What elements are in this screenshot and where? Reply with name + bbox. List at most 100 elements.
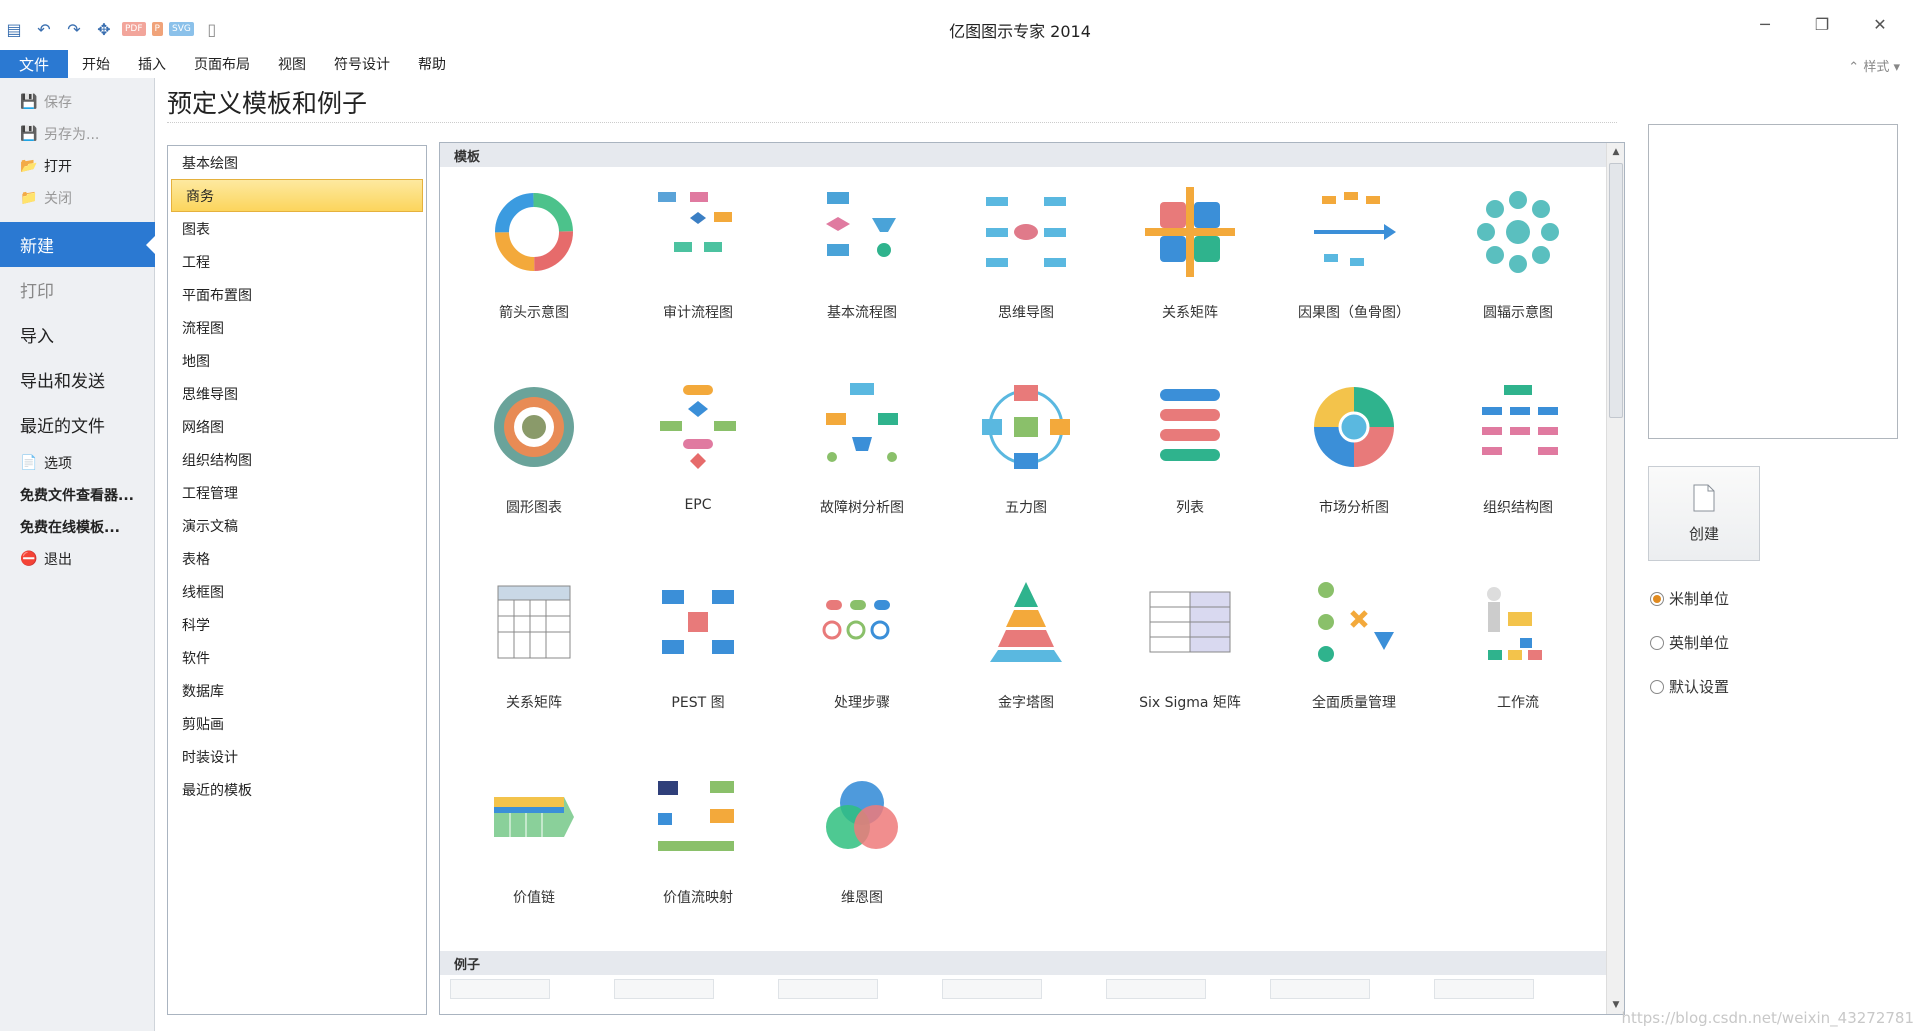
- template-label: 全面质量管理: [1312, 695, 1396, 711]
- tab-view[interactable]: 视图: [264, 50, 320, 78]
- example-thumbnail[interactable]: [450, 979, 550, 999]
- template-item[interactable]: 关系矩阵: [1108, 172, 1272, 367]
- radio-default[interactable]: [1650, 679, 1664, 694]
- category-item[interactable]: 平面布置图: [168, 278, 426, 311]
- scroll-up-icon[interactable]: ▲: [1607, 143, 1624, 161]
- template-item[interactable]: 列表: [1108, 367, 1272, 562]
- radio-metric[interactable]: [1650, 591, 1664, 606]
- tab-insert[interactable]: 插入: [124, 50, 180, 78]
- save-as-button[interactable]: 💾 另存为...: [0, 118, 154, 150]
- category-item[interactable]: 工程: [168, 245, 426, 278]
- template-item[interactable]: 维恩图: [780, 757, 944, 952]
- template-label: EPC: [684, 497, 712, 513]
- tab-help[interactable]: 帮助: [404, 50, 460, 78]
- gallery-scrollbar[interactable]: ▲ ▼: [1606, 143, 1624, 1014]
- category-item[interactable]: 流程图: [168, 311, 426, 344]
- template-item[interactable]: EPC: [616, 367, 780, 562]
- template-item[interactable]: 处理步骤: [780, 562, 944, 757]
- category-item[interactable]: 时装设计: [168, 740, 426, 773]
- category-item[interactable]: 剪贴画: [168, 707, 426, 740]
- new-button[interactable]: 新建: [0, 222, 156, 267]
- templates-section-header: 模板: [440, 143, 1624, 167]
- category-item[interactable]: 网络图: [168, 410, 426, 443]
- unit-default[interactable]: 默认设置: [1650, 676, 1729, 697]
- template-item[interactable]: 箭头示意图: [452, 172, 616, 367]
- template-item[interactable]: 价值流映射: [616, 757, 780, 952]
- category-item[interactable]: 地图: [168, 344, 426, 377]
- template-thumbnail: [497, 585, 571, 659]
- category-item[interactable]: 基本绘图: [168, 146, 426, 179]
- template-item[interactable]: 金字塔图: [944, 562, 1108, 757]
- category-item[interactable]: 表格: [168, 542, 426, 575]
- template-item[interactable]: 思维导图: [944, 172, 1108, 367]
- template-thumbnail: [986, 197, 1066, 267]
- template-item[interactable]: 市场分析图: [1272, 367, 1436, 562]
- template-item[interactable]: 五力图: [944, 367, 1108, 562]
- example-thumbnail[interactable]: [614, 979, 714, 999]
- options-button[interactable]: 📄 选项: [0, 447, 154, 479]
- close-icon[interactable]: ✕: [1860, 12, 1900, 36]
- template-item[interactable]: 关系矩阵: [452, 562, 616, 757]
- import-button[interactable]: 导入: [0, 312, 154, 357]
- category-item[interactable]: 思维导图: [168, 377, 426, 410]
- create-button[interactable]: 创建: [1648, 466, 1760, 561]
- free-templates-link[interactable]: 免费在线模板...: [0, 511, 154, 543]
- example-thumbnail[interactable]: [1106, 979, 1206, 999]
- template-thumbnail: [990, 582, 1062, 662]
- template-item[interactable]: 组织结构图: [1436, 367, 1600, 562]
- template-item[interactable]: 故障树分析图: [780, 367, 944, 562]
- template-label: 金字塔图: [998, 695, 1054, 711]
- template-item[interactable]: PEST 图: [616, 562, 780, 757]
- category-item[interactable]: 科学: [168, 608, 426, 641]
- example-thumbnail[interactable]: [1270, 979, 1370, 999]
- template-preview: [1648, 124, 1898, 439]
- save-icon: 💾: [20, 94, 38, 110]
- template-label: 思维导图: [998, 305, 1054, 321]
- category-item[interactable]: 线框图: [168, 575, 426, 608]
- template-item[interactable]: 圆辐示意图: [1436, 172, 1600, 367]
- divider: [167, 122, 1617, 123]
- category-item[interactable]: 软件: [168, 641, 426, 674]
- template-item[interactable]: 全面质量管理: [1272, 562, 1436, 757]
- scroll-thumb[interactable]: [1609, 163, 1623, 418]
- save-button[interactable]: 💾 保存: [0, 86, 154, 118]
- style-dropdown[interactable]: ⌃ 样式 ▾: [1848, 56, 1900, 75]
- unit-metric[interactable]: 米制单位: [1650, 588, 1729, 609]
- tab-file[interactable]: 文件: [0, 50, 68, 78]
- category-item[interactable]: 图表: [168, 212, 426, 245]
- category-item[interactable]: 数据库: [168, 674, 426, 707]
- category-item[interactable]: 商务: [171, 179, 423, 212]
- template-item[interactable]: 基本流程图: [780, 172, 944, 367]
- example-thumbnail[interactable]: [1434, 979, 1534, 999]
- category-item[interactable]: 工程管理: [168, 476, 426, 509]
- radio-imperial[interactable]: [1650, 635, 1664, 650]
- template-item[interactable]: 价值链: [452, 757, 616, 952]
- category-item[interactable]: 演示文稿: [168, 509, 426, 542]
- export-button[interactable]: 导出和发送: [0, 357, 154, 402]
- examples-section-header: 例子: [440, 951, 1606, 975]
- free-viewer-link[interactable]: 免费文件查看器...: [0, 479, 154, 511]
- template-item[interactable]: 审计流程图: [616, 172, 780, 367]
- close-button[interactable]: 📁 关闭: [0, 182, 154, 214]
- restore-icon[interactable]: ❐: [1802, 12, 1842, 36]
- template-item[interactable]: Six Sigma 矩阵: [1108, 562, 1272, 757]
- example-thumbnail[interactable]: [778, 979, 878, 999]
- minimize-icon[interactable]: ─: [1745, 12, 1785, 36]
- example-thumbnail[interactable]: [942, 979, 1042, 999]
- template-thumbnail: [494, 797, 574, 837]
- recent-files-button[interactable]: 最近的文件: [0, 402, 154, 447]
- tab-home[interactable]: 开始: [68, 50, 124, 78]
- print-button[interactable]: 打印: [0, 267, 154, 312]
- unit-imperial[interactable]: 英制单位: [1650, 632, 1729, 653]
- tab-symbol-design[interactable]: 符号设计: [320, 50, 404, 78]
- category-item[interactable]: 组织结构图: [168, 443, 426, 476]
- template-item[interactable]: 因果图（鱼骨图）: [1272, 172, 1436, 367]
- tab-page-layout[interactable]: 页面布局: [180, 50, 264, 78]
- template-item[interactable]: 圆形图表: [452, 367, 616, 562]
- open-button[interactable]: 📂 打开: [0, 150, 154, 182]
- examples-strip: [440, 979, 1606, 999]
- category-item[interactable]: 最近的模板: [168, 773, 426, 806]
- template-item[interactable]: 工作流: [1436, 562, 1600, 757]
- template-thumbnail: [1487, 587, 1542, 660]
- exit-button[interactable]: ⛔ 退出: [0, 543, 154, 575]
